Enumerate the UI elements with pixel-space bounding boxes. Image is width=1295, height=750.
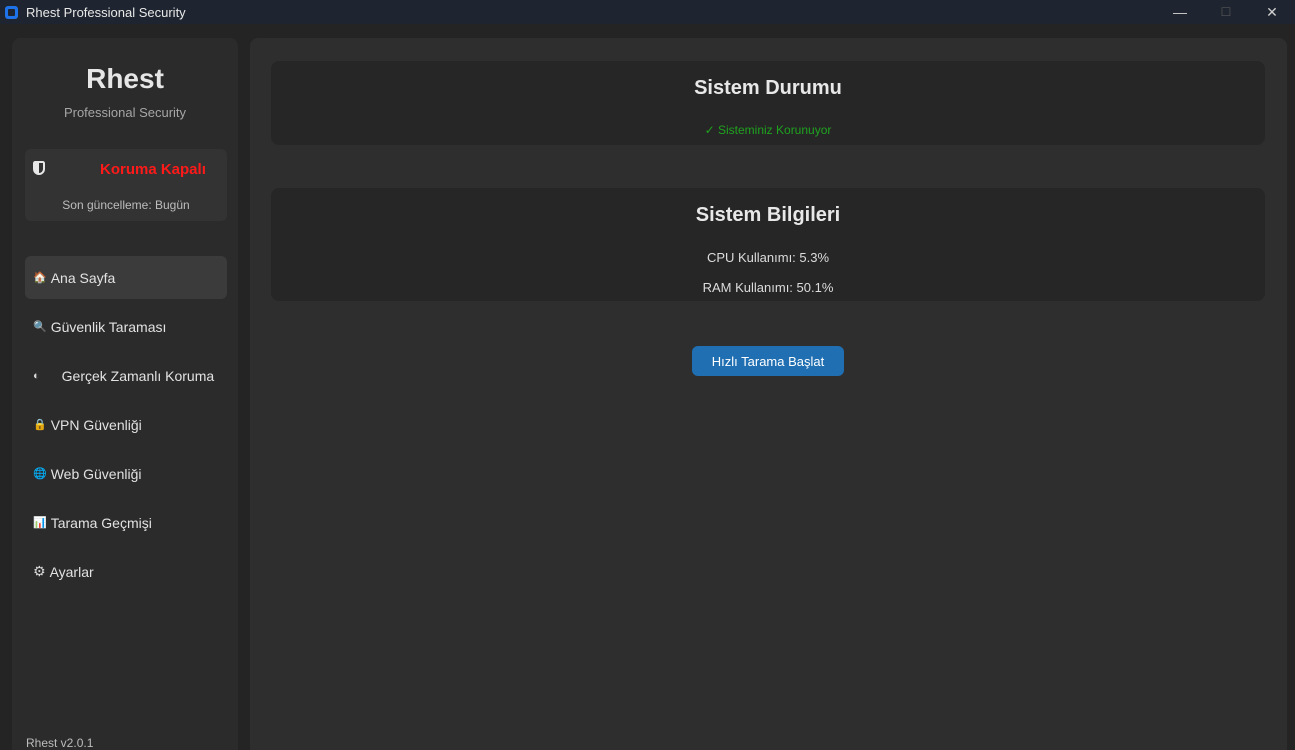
brand-subtitle: Professional Security <box>63 105 187 120</box>
minimize-button[interactable]: — <box>1157 0 1203 24</box>
sidebar-item-web-guvenligi[interactable]: 🌐 Web Güvenliği <box>25 452 227 495</box>
quick-scan-button[interactable]: Hızlı Tarama Başlat <box>692 346 844 376</box>
gear-icon: ⚙ <box>33 563 46 579</box>
system-status-text: ✓ Sisteminiz Korunuyor <box>704 123 832 137</box>
system-info-card: Sistem Bilgileri CPU Kullanımı: 5.3% RAM… <box>271 188 1265 301</box>
sidebar-item-vpn-guvenligi[interactable]: 🔒 VPN Güvenliği <box>25 403 227 446</box>
sidebar-item-ayarlar[interactable]: ⚙ Ayarlar <box>25 550 227 593</box>
home-icon: 🏠 <box>33 272 47 284</box>
sidebar-item-label: VPN Güvenliği <box>50 416 142 433</box>
sidebar-item-gercek-zamanli-koruma[interactable]: ◐ Gerçek Zamanlı Koruma <box>25 354 227 397</box>
title-bar: Rhest Professional Security — ☐ ✕ <box>0 0 1295 24</box>
sidebar-item-label: Web Güvenliği <box>50 465 142 482</box>
maximize-button[interactable]: ☐ <box>1203 0 1249 24</box>
sidebar-item-tarama-gecmisi[interactable]: 📊 Tarama Geçmişi <box>25 501 227 544</box>
cpu-usage-text: CPU Kullanımı: 5.3% <box>706 250 830 265</box>
app-icon <box>5 5 18 19</box>
lock-icon: 🔒 <box>33 419 47 431</box>
window-controls: — ☐ ✕ <box>1157 0 1295 24</box>
sidebar-item-label: Gerçek Zamanlı Koruma <box>61 367 215 384</box>
system-status-title: Sistem Durumu <box>694 77 842 99</box>
sidebar-item-label: Tarama Geçmişi <box>50 514 152 531</box>
globe-icon: 🌐 <box>33 468 47 480</box>
sidebar-item-label: Güvenlik Taraması <box>50 318 167 335</box>
brand-title: Rhest <box>86 63 164 94</box>
protection-status-box: Koruma Kapalı Son güncelleme: Bugün <box>25 149 227 221</box>
system-info-title: Sistem Bilgileri <box>695 204 841 226</box>
system-status-card: Sistem Durumu ✓ Sisteminiz Korunuyor <box>271 61 1265 145</box>
window-title: Rhest Professional Security <box>26 4 186 20</box>
version-label: Rhest v2.0.1 <box>26 736 94 750</box>
shield-icon <box>33 161 45 175</box>
close-button[interactable]: ✕ <box>1249 0 1295 24</box>
main-content: Sistem Durumu ✓ Sisteminiz Korunuyor Sis… <box>250 38 1287 750</box>
sidebar-item-guvenlik-taramasi[interactable]: 🔍 Güvenlik Taraması <box>25 305 227 348</box>
last-update-text: Son güncelleme: Bugün <box>62 198 190 212</box>
chart-icon: 📊 <box>33 517 47 529</box>
sidebar-item-label: Ayarlar <box>49 563 94 580</box>
protection-status-text: Koruma Kapalı <box>100 161 206 178</box>
magnifier-icon: 🔍 <box>33 321 47 333</box>
shield-icon: ◐ <box>33 369 40 382</box>
sidebar: Rhest Professional Security Koruma Kapal… <box>12 38 238 750</box>
ram-usage-text: RAM Kullanımı: 50.1% <box>702 280 834 295</box>
sidebar-item-label: Ana Sayfa <box>50 269 116 286</box>
sidebar-item-ana-sayfa[interactable]: 🏠 Ana Sayfa <box>25 256 227 299</box>
